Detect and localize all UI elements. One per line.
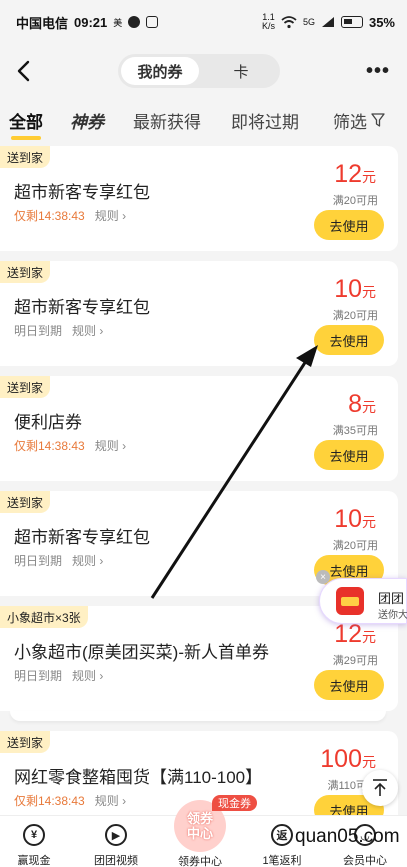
nav-bar: 我的券 卡 •••	[0, 46, 407, 96]
wifi-icon	[281, 16, 297, 29]
coupon-amount: 12元	[334, 620, 376, 648]
coupon-tag: 小象超市×3张	[0, 606, 88, 628]
nav-video[interactable]: ▶ 团团视频	[76, 824, 156, 867]
yuan-icon: ¥	[23, 824, 45, 846]
tab-all[interactable]: 全部	[9, 108, 43, 140]
coupon-title: 超市新客专享红包	[14, 183, 150, 202]
coupon-tag: 送到家	[0, 261, 51, 283]
coupon-rule-link[interactable]: 规则 ›	[72, 667, 103, 684]
cash-coupon-badge: 现金券	[212, 795, 257, 811]
coupon-card[interactable]: 送到家 超市新客专享红包 明日到期 规则 › 10元 满20可用 去使用	[0, 261, 398, 366]
arrow-up-icon	[373, 779, 387, 796]
coupon-rule-link[interactable]: 规则 ›	[72, 322, 103, 339]
nav-earn-cash[interactable]: ¥ 赢现金	[0, 824, 74, 867]
coupon-condition: 满20可用	[332, 195, 378, 207]
battery-icon	[340, 16, 363, 28]
coupon-amount: 12元	[334, 160, 376, 188]
stacked-coupon-edge	[10, 711, 386, 721]
tab-filter[interactable]: 筛选	[333, 108, 385, 133]
net-speed: 1.1 K/s	[261, 12, 275, 31]
filter-icon	[371, 113, 385, 127]
signal-type: 5G	[302, 17, 315, 27]
carrier: 中国电信	[16, 15, 69, 31]
coupon-amount: 100元	[320, 745, 376, 773]
tab-expiring[interactable]: 即将过期	[231, 108, 299, 133]
app-indicator: 美	[113, 17, 123, 28]
filter-tabs: 全部 神券 最新获得 即将过期 筛选	[0, 100, 407, 140]
clock: 09:21	[74, 14, 108, 30]
rebate-icon: 返	[271, 824, 293, 846]
floating-promo[interactable]: 团团 送你大	[319, 578, 407, 624]
coupon-card[interactable]: 送到家 超市新客专享红包 仅剩14:38:43 规则 › 12元 满20可用 去使…	[0, 146, 398, 251]
coupon-expiry: 仅剩14:38:43	[14, 439, 85, 453]
coupon-amount: 10元	[334, 275, 376, 303]
coupon-condition: 满35可用	[332, 425, 378, 437]
status-bar: 中国电信 09:21 美 1.1 K/s 5G 35%	[0, 0, 407, 44]
gift-icon	[336, 587, 364, 615]
back-to-top-button[interactable]	[362, 770, 398, 806]
coupon-tag: 送到家	[0, 146, 51, 168]
segment-my-coupons[interactable]: 我的券	[121, 57, 199, 85]
use-coupon-button[interactable]: 去使用	[314, 325, 384, 355]
use-coupon-button[interactable]: 去使用	[314, 440, 384, 470]
coupon-amount: 8元	[348, 390, 376, 418]
coupon-rule-link[interactable]: 规则 ›	[72, 552, 103, 569]
coupon-title: 网红零食整箱囤货【满110-100】	[14, 768, 263, 787]
segment-cards[interactable]: 卡	[202, 54, 280, 88]
coupon-card[interactable]: 送到家 便利店券 仅剩14:38:43 规则 › 8元 满35可用 去使用	[0, 376, 398, 481]
coupon-rule-link[interactable]: 规则 ›	[95, 792, 126, 809]
segment-control: 我的券 卡	[118, 54, 280, 88]
coupon-title: 小象超市(原美团买菜)-新人首单券	[14, 643, 269, 662]
signal-icon	[321, 17, 334, 27]
more-button[interactable]: •••	[363, 56, 393, 86]
chevron-left-icon	[17, 60, 30, 82]
app-icon	[146, 16, 159, 28]
coupon-condition: 满20可用	[332, 540, 378, 552]
coupon-amount: 10元	[334, 505, 376, 533]
coupon-expiry: 明日到期	[14, 669, 63, 683]
coupon-expiry: 仅剩14:38:43	[14, 209, 85, 223]
coupon-condition: 满29可用	[332, 655, 378, 667]
coupon-title: 超市新客专享红包	[14, 528, 150, 547]
coupon-expiry: 明日到期	[14, 324, 63, 338]
coupon-expiry: 明日到期	[14, 554, 63, 568]
battery-level: 35%	[368, 14, 395, 30]
coupon-expiry: 仅剩14:38:43	[14, 794, 85, 808]
use-coupon-button[interactable]: 去使用	[314, 210, 384, 240]
coupon-tag: 送到家	[0, 376, 51, 398]
tab-god-coupon[interactable]: 神券	[70, 108, 104, 133]
close-icon[interactable]: ×	[316, 570, 330, 584]
coupon-title: 便利店券	[14, 413, 82, 432]
play-icon: ▶	[105, 824, 127, 846]
promo-title: 团团	[378, 591, 405, 606]
promo-subtitle: 送你大	[378, 610, 407, 621]
coupon-tag: 送到家	[0, 491, 51, 513]
watermark: quan05.com	[295, 826, 400, 847]
chat-icon	[128, 16, 141, 28]
coupon-rule-link[interactable]: 规则 ›	[95, 207, 126, 224]
tab-newest[interactable]: 最新获得	[133, 108, 201, 133]
coupon-condition: 满20可用	[332, 310, 378, 322]
back-button[interactable]	[8, 56, 38, 86]
coupon-rule-link[interactable]: 规则 ›	[95, 437, 126, 454]
use-coupon-button[interactable]: 去使用	[314, 670, 384, 700]
coupon-tag: 送到家	[0, 731, 51, 753]
coupon-title: 超市新客专享红包	[14, 298, 150, 317]
filter-label: 筛选	[333, 112, 367, 132]
coupon-center-label: 领券中心	[178, 856, 222, 867]
